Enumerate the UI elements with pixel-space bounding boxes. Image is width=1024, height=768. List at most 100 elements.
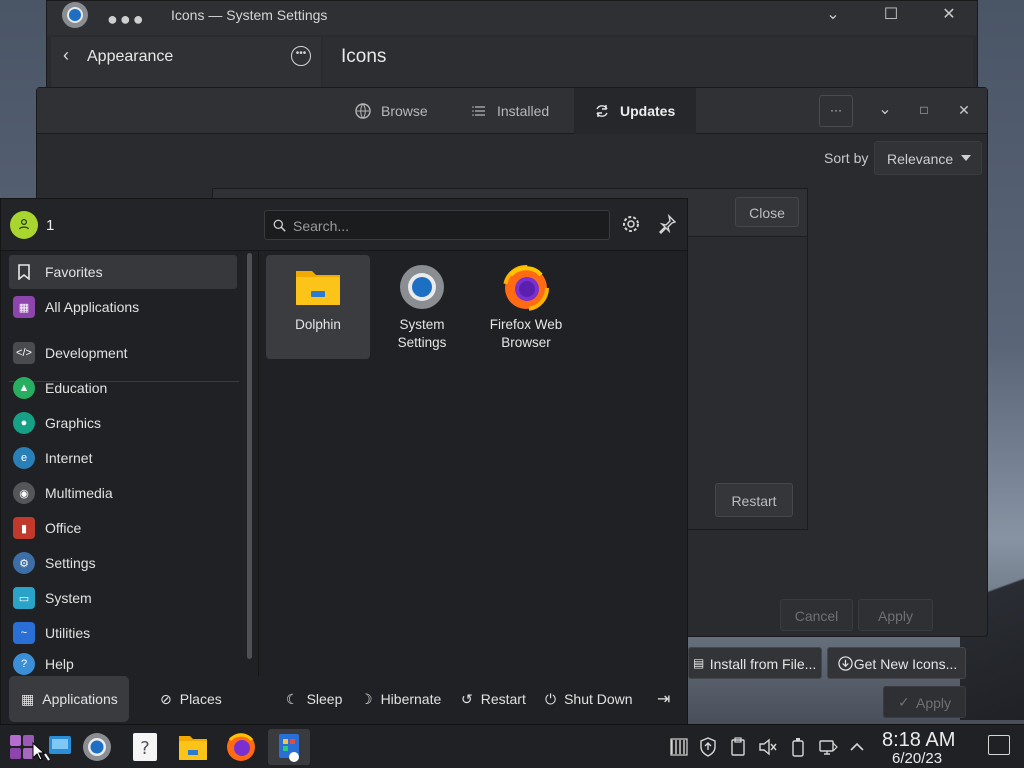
discover-icon: [279, 734, 299, 762]
app-label: Dolphin: [295, 317, 341, 332]
sidebar-scrollbar[interactable]: [247, 253, 252, 659]
chevron-up-icon[interactable]: [847, 737, 867, 757]
folder-icon: [296, 271, 340, 305]
update-shield-icon[interactable]: [698, 737, 718, 757]
minimize-icon[interactable]: ⌄: [875, 100, 895, 120]
cancel-button[interactable]: Cancel: [780, 599, 853, 631]
notes-icon[interactable]: [728, 737, 748, 757]
apply-label: Apply: [915, 695, 952, 711]
sidebar-item-label: Graphics: [45, 415, 102, 431]
volume-muted-icon[interactable]: [758, 737, 778, 757]
sidebar-item-all-applications[interactable]: ▦ All Applications: [9, 290, 237, 324]
tab-label: Browse: [381, 103, 428, 119]
gear-icon: ⚙: [13, 552, 35, 574]
install-from-file-button[interactable]: ▤ Install from File...: [688, 647, 822, 679]
app-label: Settings: [397, 335, 447, 350]
sleep-button[interactable]: ☾ Sleep: [286, 676, 342, 722]
taskbar-firefox[interactable]: [221, 729, 261, 765]
sidebar-item-settings[interactable]: ⚙ Settings: [9, 546, 237, 580]
taskbar-dolphin[interactable]: [173, 729, 213, 765]
mouse-cursor-icon: [32, 742, 46, 761]
help-document-icon: ?: [133, 733, 157, 761]
help-icon: ?: [13, 653, 35, 675]
sidebar-item-graphics[interactable]: ● Graphics: [9, 406, 237, 440]
restart-button[interactable]: Restart: [715, 483, 793, 517]
sidebar-item-label: Favorites: [45, 264, 103, 280]
battery-icon[interactable]: [788, 737, 808, 757]
search-input[interactable]: Search...: [264, 210, 610, 240]
sidebar-item-label: Education: [45, 380, 108, 396]
settings-app-icon: [400, 265, 444, 309]
get-new-label: Get New Icons...: [853, 656, 958, 672]
tab-label: Updates: [620, 103, 676, 119]
office-icon: ▮: [13, 517, 35, 539]
maximize-icon[interactable]: ☐: [881, 5, 901, 25]
tab-updates[interactable]: Updates: [574, 88, 696, 134]
app-firefox[interactable]: Firefox Web Browser: [474, 255, 578, 359]
close-icon[interactable]: ✕: [939, 5, 959, 25]
sidebar-item-internet[interactable]: e Internet: [9, 441, 237, 475]
network-icon[interactable]: [818, 737, 838, 757]
sort-dropdown[interactable]: Relevance: [874, 141, 982, 175]
folder-icon: [179, 736, 207, 760]
avatar[interactable]: [10, 211, 38, 239]
close-icon[interactable]: ✕: [954, 100, 974, 120]
sidebar-item-label: Office: [45, 520, 82, 536]
clipboard-icon[interactable]: [669, 737, 689, 757]
check-icon: ✓: [898, 694, 910, 710]
get-new-icons-button[interactable]: Get New Icons...: [827, 647, 966, 679]
sidebar-item-label: System: [45, 590, 92, 606]
divider: [258, 251, 259, 679]
sidebar-item-utilities[interactable]: ~ Utilities: [9, 616, 237, 650]
shutdown-button[interactable]: ⏻ Shut Down: [545, 676, 633, 722]
tab-applications[interactable]: ▦ Applications: [9, 676, 129, 722]
taskbar-discover[interactable]: [268, 729, 310, 765]
tab-installed[interactable]: Installed: [451, 88, 569, 134]
app-system-settings[interactable]: System Settings: [370, 255, 474, 359]
taskbar-system-settings[interactable]: [77, 729, 117, 765]
discover-toolbar: Browse Installed Updates ··· ⌄ □ ✕: [37, 88, 987, 134]
sidebar-item-label: All Applications: [45, 299, 140, 315]
restart-button[interactable]: ↺ Restart: [461, 676, 526, 722]
minimize-icon[interactable]: ⌄: [823, 5, 843, 25]
grid-icon: ▦: [21, 690, 35, 707]
logout-icon[interactable]: ⇥: [657, 676, 670, 722]
monitor-icon: ▭: [13, 587, 35, 609]
taskbar-help[interactable]: ?: [125, 729, 165, 765]
action-label: Sleep: [306, 691, 343, 707]
sidebar-item-office[interactable]: ▮ Office: [9, 511, 237, 545]
overflow-menu-icon[interactable]: ···: [819, 95, 853, 127]
sidebar-item-development[interactable]: </> Development: [9, 336, 237, 370]
more-dots-icon[interactable]: ●●●: [107, 9, 146, 30]
clock-date[interactable]: 6/20/23: [892, 750, 942, 767]
app-dolphin[interactable]: Dolphin: [266, 255, 370, 359]
sidebar-item-favorites[interactable]: Favorites: [9, 255, 237, 289]
tab-places[interactable]: ⊘ Places: [160, 676, 222, 722]
system-settings-window: ●●● Icons — System Settings ⌄ ☐ ✕ ‹ Appe…: [46, 0, 978, 100]
sidebar-item-label: Development: [45, 345, 128, 361]
tab-browse[interactable]: Browse: [335, 88, 448, 134]
menu-icon[interactable]: •••: [291, 46, 311, 66]
palette-icon: ●: [13, 412, 35, 434]
firefox-icon: [503, 265, 549, 311]
sidebar-item-help[interactable]: ? Help: [9, 651, 237, 677]
back-arrow-icon[interactable]: ‹: [63, 45, 69, 66]
apply-button[interactable]: ✓ Apply: [883, 686, 966, 718]
show-desktop-icon[interactable]: [988, 735, 1010, 755]
install-label: Install from File...: [709, 656, 817, 672]
hibernate-button[interactable]: ☽ Hibernate: [360, 676, 441, 722]
maximize-icon[interactable]: □: [914, 100, 934, 120]
sidebar-item-education[interactable]: ▲ Education: [9, 371, 237, 405]
apply-button[interactable]: Apply: [858, 599, 933, 631]
sidebar-item-label: Multimedia: [45, 485, 113, 501]
app-label: System: [399, 317, 445, 332]
gear-icon[interactable]: [621, 214, 641, 234]
window-title: Icons — System Settings: [171, 7, 328, 23]
pin-icon[interactable]: [657, 214, 677, 234]
close-button[interactable]: Close: [735, 197, 799, 227]
sidebar-item-system[interactable]: ▭ System: [9, 581, 237, 615]
tab-label: Applications: [42, 691, 118, 707]
sidebar-item-multimedia[interactable]: ◉ Multimedia: [9, 476, 237, 510]
clock-time[interactable]: 8:18 AM: [882, 729, 955, 752]
launcher-footer: ▦ Applications ⊘ Places ☾ Sleep ☽ Hibern…: [1, 676, 687, 724]
